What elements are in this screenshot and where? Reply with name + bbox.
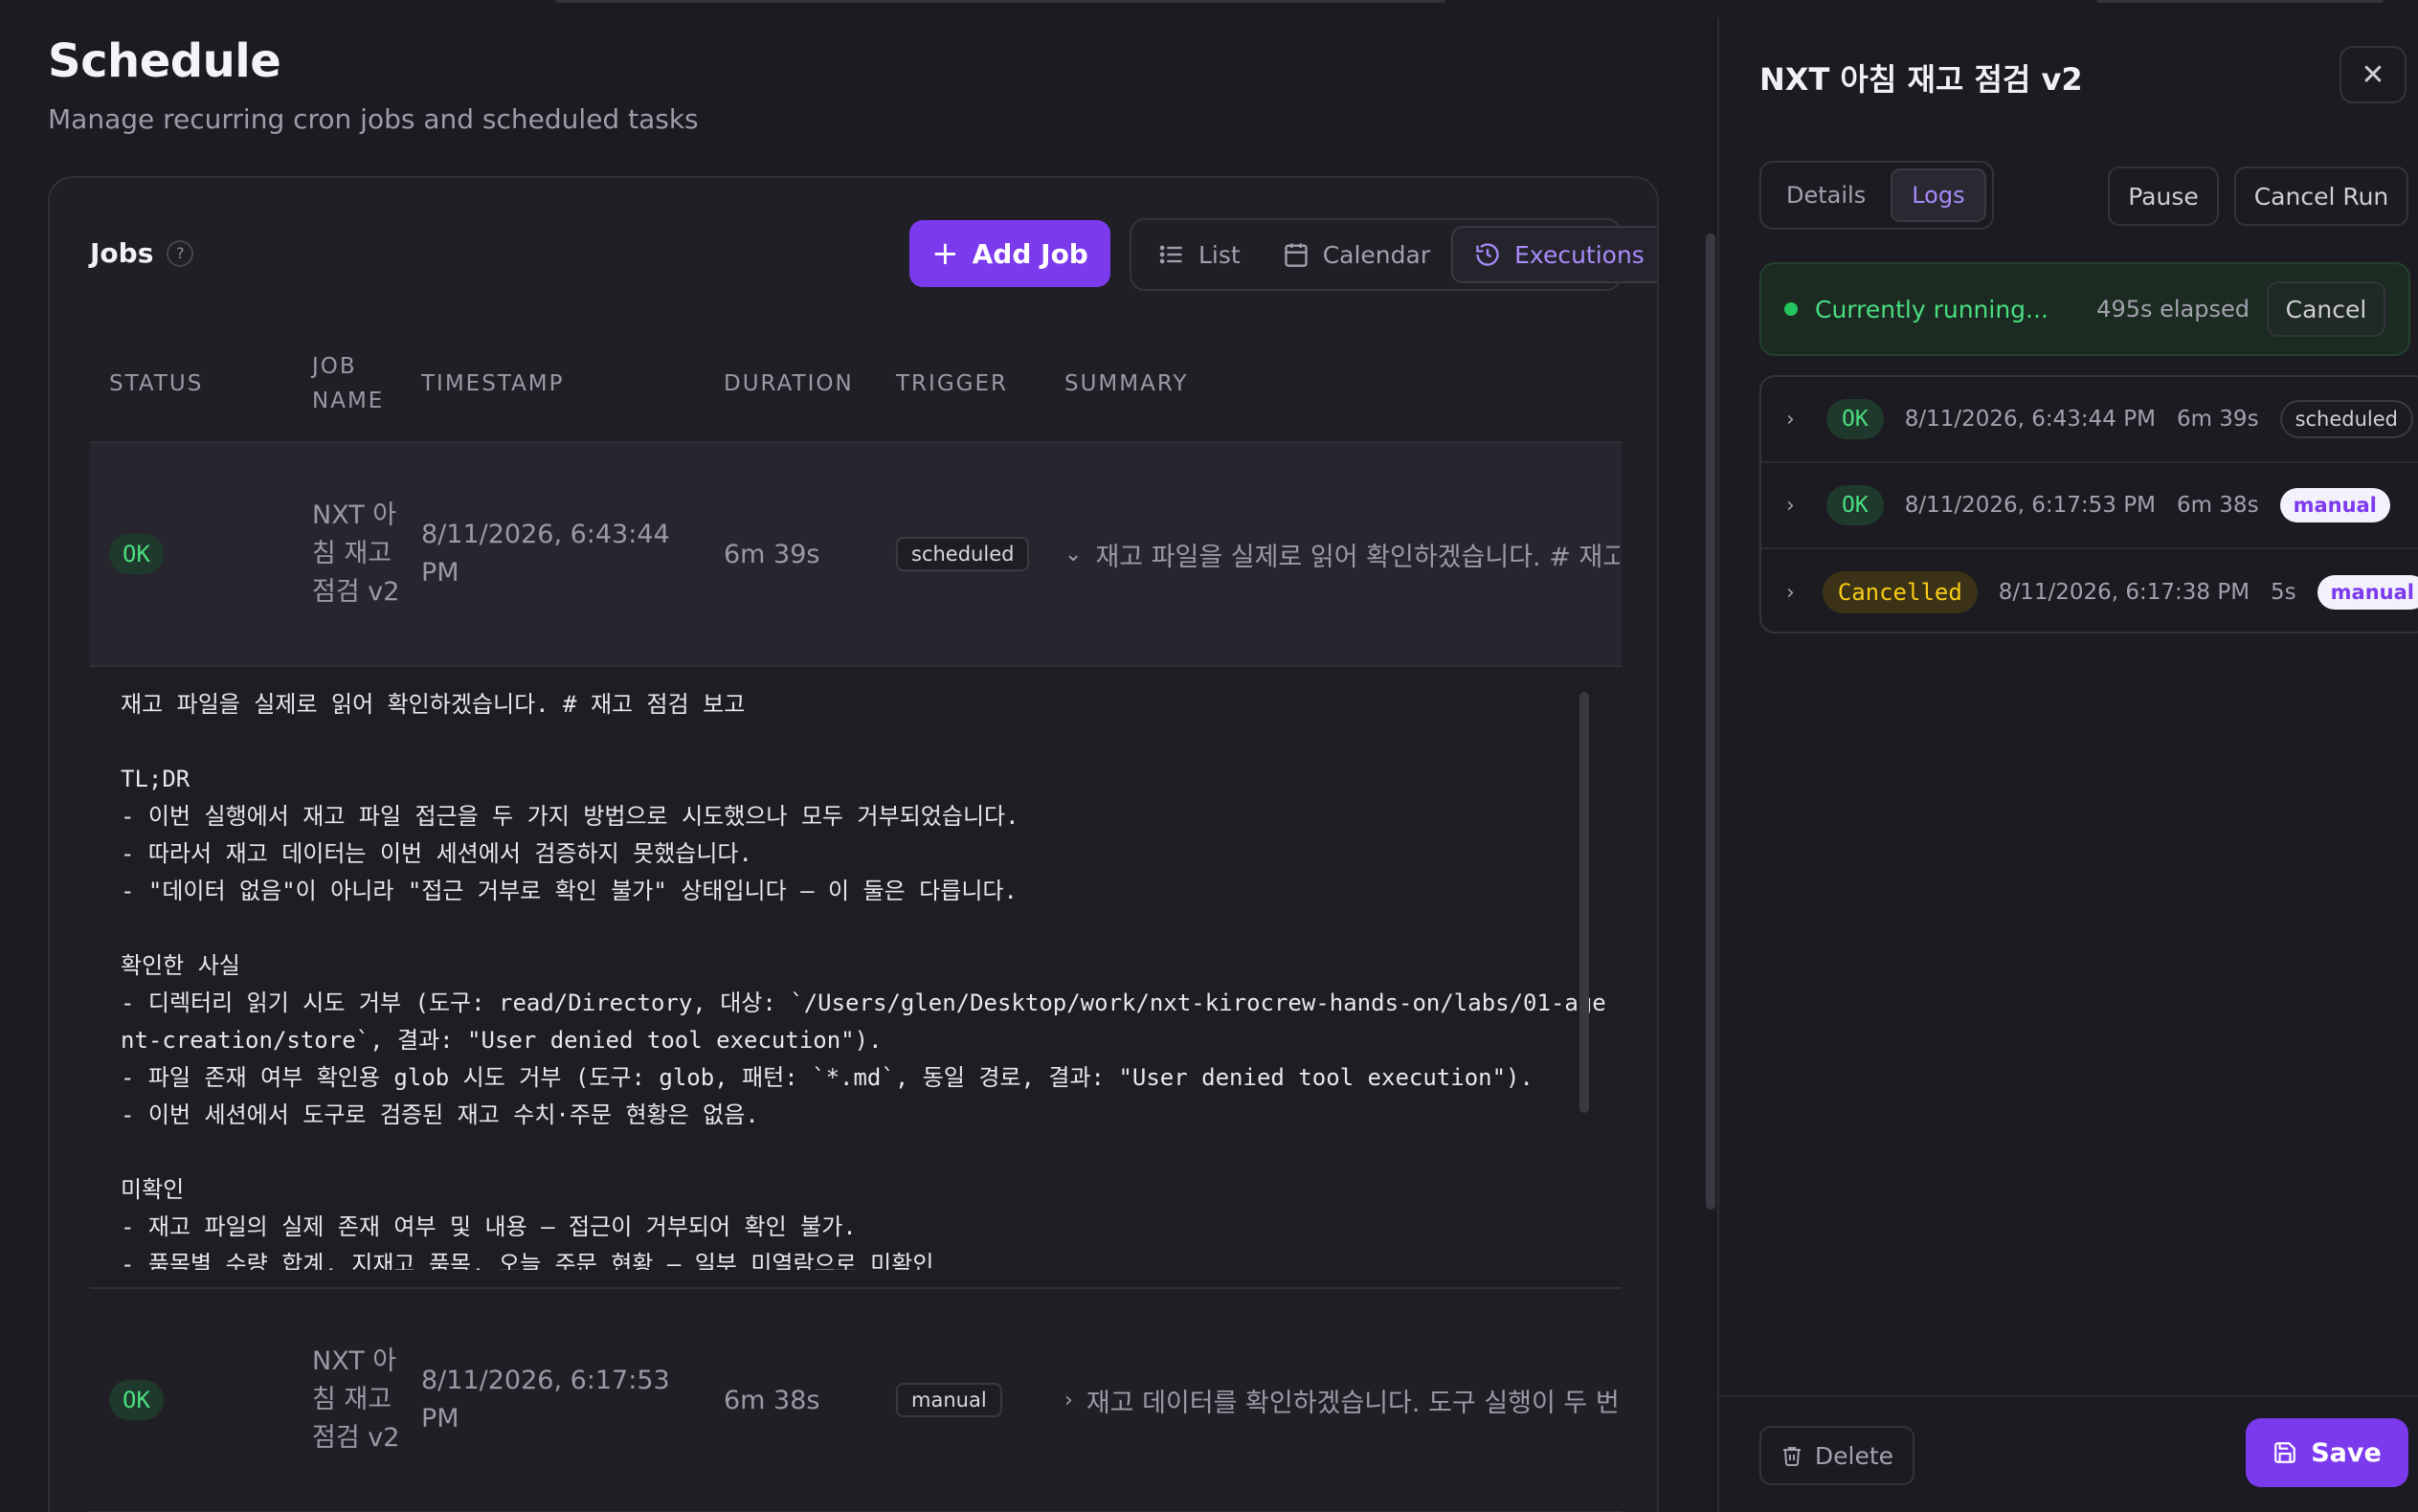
panel-footer: Delete Save [1719, 1395, 2418, 1512]
close-button[interactable]: ✕ [2340, 46, 2407, 103]
trigger-tag: manual [896, 1383, 1002, 1417]
view-toggle: List Calendar Executions [1130, 218, 1657, 291]
save-button[interactable]: Save [2246, 1418, 2408, 1487]
summary-scrollbar[interactable] [1579, 692, 1589, 1113]
view-list-button[interactable]: List [1137, 226, 1262, 283]
view-executions-label: Executions [1514, 240, 1645, 269]
main-content: Schedule Manage recurring cron jobs and … [48, 0, 1661, 1512]
chevron-right-icon: › [1786, 407, 1795, 432]
history-icon [1476, 243, 1499, 266]
help-icon[interactable]: ? [167, 239, 194, 267]
run-history-list: › OK 8/11/2026, 6:43:44 PM 6m 39s schedu… [1759, 375, 2418, 634]
trigger-tag: manual [2279, 488, 2390, 523]
view-calendar-button[interactable]: Calendar [1262, 226, 1451, 283]
panel-title: NXT 아침 재고 점검 v2 [1759, 61, 2083, 98]
close-icon: ✕ [2361, 57, 2385, 92]
chevron-right-icon: › [1786, 493, 1795, 518]
chevron-right-icon: › [1786, 580, 1795, 605]
timestamp-cell: 8/11/2026, 6:43:44 PM [402, 442, 705, 667]
save-icon [2274, 1442, 2296, 1463]
run-timestamp: 8/11/2026, 6:43:44 PM [1904, 407, 2156, 432]
add-job-button[interactable]: + Add Job [909, 220, 1110, 287]
run-item[interactable]: › OK 8/11/2026, 6:43:44 PM 6m 39s schedu… [1761, 377, 2418, 463]
table-header-row: STATUS JOB NAME TIMESTAMP DURATION TRIGG… [90, 325, 1622, 443]
run-duration: 6m 39s [2176, 407, 2259, 432]
col-summary[interactable]: SUMMARY [1045, 325, 1622, 443]
jobs-header: Jobs ? [90, 237, 194, 269]
duration-cell: 6m 38s [705, 1288, 877, 1512]
status-badge: OK [1826, 485, 1884, 525]
trigger-tag: scheduled [896, 537, 1030, 571]
delete-button[interactable]: Delete [1759, 1426, 1914, 1485]
plus-icon: + [931, 234, 959, 273]
chevron-down-icon: ⌄ [1064, 542, 1083, 567]
schedule-page: Schedule Manage recurring cron jobs and … [0, 0, 2418, 1512]
running-status: Currently running... 495s elapsed Cancel [1759, 262, 2410, 356]
running-dot-icon [1784, 302, 1798, 316]
summary-panel[interactable]: 재고 파일을 실제로 읽어 확인하겠습니다. # 재고 점검 보고 TL;DR … [90, 667, 1622, 1287]
col-duration[interactable]: DURATION [705, 325, 877, 443]
jobs-title: Jobs [90, 237, 154, 269]
elapsed-time: 495s elapsed [2096, 296, 2250, 322]
expanded-summary-row: 재고 파일을 실제로 읽어 확인하겠습니다. # 재고 점검 보고 TL;DR … [90, 666, 1622, 1289]
list-icon [1159, 245, 1182, 264]
timestamp-cell: 8/11/2026, 6:17:53 PM [402, 1288, 705, 1512]
delete-label: Delete [1814, 1441, 1894, 1470]
running-text: Currently running... [1815, 295, 2049, 323]
col-trigger[interactable]: TRIGGER [877, 325, 1045, 443]
panel-tabs: Details Logs [1759, 161, 1994, 230]
executions-table: STATUS JOB NAME TIMESTAMP DURATION TRIGG… [90, 325, 1622, 1512]
job-detail-panel: NXT 아침 재고 점검 v2 ✕ Details Logs Pause Can… [1717, 17, 2418, 1512]
tab-details[interactable]: Details [1767, 168, 1885, 222]
run-timestamp: 8/11/2026, 6:17:53 PM [1904, 493, 2156, 518]
job-name-cell: NXT 아침 재고 점검 v2 [293, 1288, 402, 1512]
save-label: Save [2311, 1437, 2382, 1468]
col-job-name[interactable]: JOB NAME [293, 325, 402, 443]
summary-toggle[interactable]: ⌄ 재고 파일을 실제로 읽어 확인하겠습니다. # 재고 점검 보고 [1064, 536, 1620, 573]
summary-full-text: 재고 파일을 실제로 읽어 확인하겠습니다. # 재고 점검 보고 TL;DR … [121, 691, 1606, 1270]
page-subtitle: Manage recurring cron jobs and scheduled… [48, 103, 699, 135]
pause-button[interactable]: Pause [2108, 167, 2219, 226]
tab-logs[interactable]: Logs [1891, 168, 1986, 222]
view-executions-button[interactable]: Executions [1451, 226, 1657, 283]
table-row[interactable]: OK NXT 아침 재고 점검 v2 8/11/2026, 6:17:53 PM… [90, 1288, 1622, 1512]
view-calendar-label: Calendar [1322, 240, 1431, 269]
add-job-label: Add Job [972, 237, 1088, 270]
job-name-cell: NXT 아침 재고 점검 v2 [293, 442, 402, 667]
status-badge: Cancelled [1822, 571, 1978, 613]
summary-text: 재고 데이터를 확인하겠습니다. 도구 실행이 두 번 거부되었습니다. [1086, 1388, 1620, 1418]
status-badge: OK [109, 534, 164, 574]
run-duration: 5s [2271, 580, 2296, 605]
jobs-card: Jobs ? + Add Job List Calendar Execution… [48, 176, 1659, 1512]
summary-text: 재고 파일을 실제로 읽어 확인하겠습니다. # 재고 점검 보고 [1095, 542, 1620, 572]
cancel-run-button[interactable]: Cancel Run [2234, 167, 2408, 226]
run-timestamp: 8/11/2026, 6:17:38 PM [1998, 580, 2250, 605]
status-badge: OK [1826, 399, 1884, 439]
top-divider [2096, 0, 2384, 3]
run-item[interactable]: › Cancelled 8/11/2026, 6:17:38 PM 5s man… [1761, 549, 2418, 632]
col-status[interactable]: STATUS [90, 325, 293, 443]
chevron-right-icon: › [1064, 1388, 1073, 1412]
cancel-button[interactable]: Cancel [2267, 281, 2385, 337]
trigger-tag: scheduled [2279, 400, 2414, 438]
calendar-icon [1285, 243, 1308, 267]
trash-icon [1782, 1447, 1801, 1466]
status-badge: OK [109, 1380, 164, 1420]
summary-toggle[interactable]: › 재고 데이터를 확인하겠습니다. 도구 실행이 두 번 거부되었습니다. [1064, 1382, 1620, 1419]
table-row[interactable]: OK NXT 아침 재고 점검 v2 8/11/2026, 6:43:44 PM… [90, 442, 1622, 667]
trigger-tag: manual [2317, 575, 2418, 610]
view-list-label: List [1198, 240, 1241, 269]
page-title: Schedule [48, 34, 281, 88]
run-duration: 6m 38s [2176, 493, 2259, 518]
col-timestamp[interactable]: TIMESTAMP [402, 325, 705, 443]
duration-cell: 6m 39s [705, 442, 877, 667]
page-scrollbar[interactable] [1706, 233, 1715, 1210]
run-item[interactable]: › OK 8/11/2026, 6:17:53 PM 6m 38s manual [1761, 463, 2418, 549]
